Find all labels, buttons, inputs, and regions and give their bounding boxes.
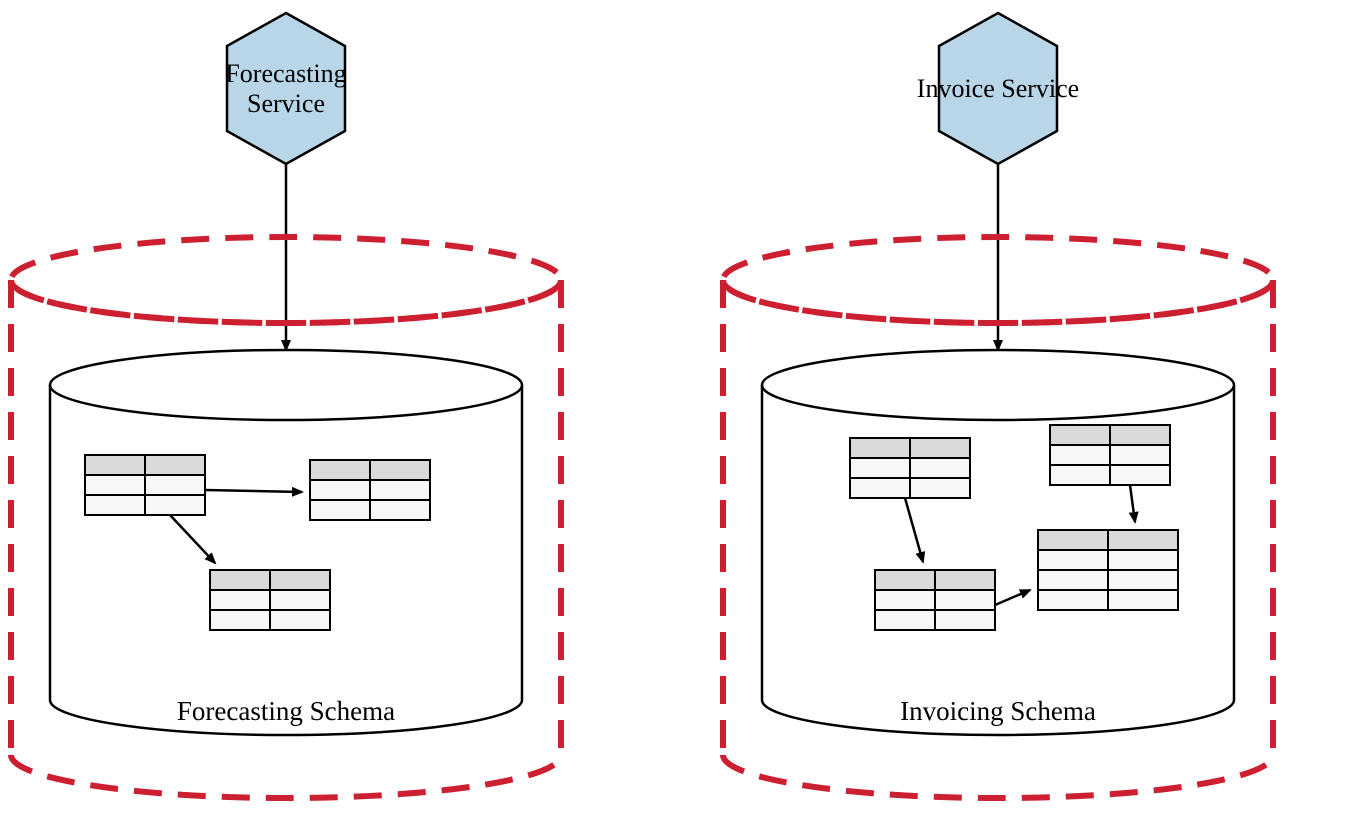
invoice-service-label-line1: Invoice Service <box>917 74 1079 103</box>
table-icon <box>210 570 330 630</box>
architecture-diagram: Forecasting Service Forecasting Schema <box>0 0 1354 815</box>
forecasting-group: Forecasting Service Forecasting Schema <box>11 13 561 798</box>
forecasting-service-label-line2: Service <box>247 89 325 118</box>
invoicing-schema-label: Invoicing Schema <box>900 696 1096 726</box>
table-icon <box>310 460 430 520</box>
forecasting-schema-label: Forecasting Schema <box>177 696 395 726</box>
invoicing-group: Invoice Service Invoicing Schema <box>723 13 1273 798</box>
table-icon <box>1038 530 1178 610</box>
forecasting-service-hexagon: Forecasting Service <box>225 13 346 164</box>
forecasting-service-label-line1: Forecasting <box>225 59 346 88</box>
table-icon <box>1050 425 1170 485</box>
table-icon <box>850 438 970 498</box>
forecasting-inner-cylinder: Forecasting Schema <box>50 350 522 735</box>
table-icon <box>875 570 995 630</box>
table-icon <box>85 455 205 515</box>
invoice-service-hexagon: Invoice Service <box>917 13 1079 164</box>
